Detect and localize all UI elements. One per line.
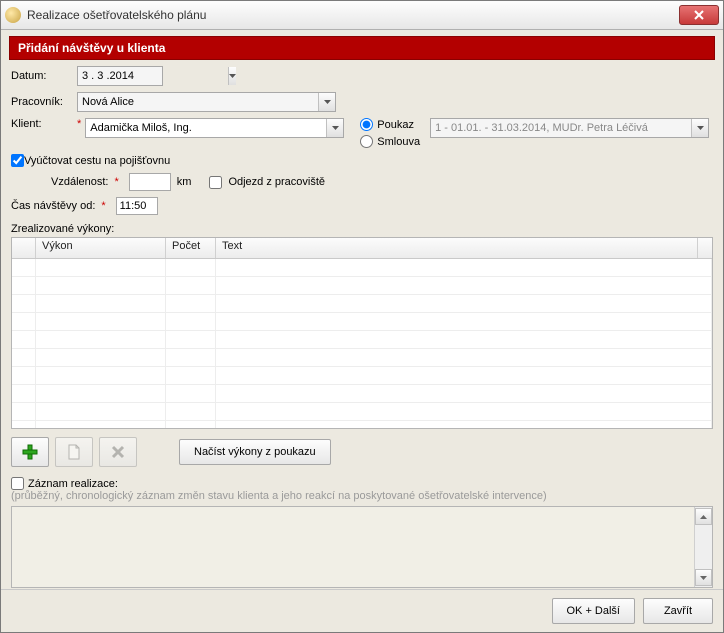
add-row-button[interactable] [11,437,49,467]
radio-voucher[interactable]: Poukaz [360,118,420,131]
table-row[interactable] [12,403,712,421]
chevron-down-icon [228,67,236,85]
window: Realizace ošetřovatelského plánu Přidání… [0,0,724,633]
depart-workplace-checkbox[interactable] [209,176,222,189]
notes-block: Záznam realizace: (průběžný, chronologic… [11,477,713,588]
table-row[interactable] [12,295,712,313]
footer: OK + Další Zavřít [1,589,723,632]
col-vykon[interactable]: Výkon [36,238,166,258]
app-icon [5,7,21,23]
table-row[interactable] [12,421,712,429]
table-row[interactable] [12,385,712,403]
col-blank[interactable] [12,238,36,258]
period-select[interactable] [430,118,709,138]
col-end [698,238,712,258]
date-input[interactable] [78,67,228,85]
chevron-down-icon [326,119,343,137]
performed-section-label: Zrealizované výkony: [11,223,713,235]
notes-head: Záznam realizace: [11,477,713,490]
table-row[interactable] [12,259,712,277]
depart-workplace-label: Odjezd z pracoviště [228,176,325,188]
client-select[interactable] [85,118,344,138]
window-title: Realizace ošetřovatelského plánu [27,8,679,22]
date-picker[interactable] [77,66,163,86]
scrollbar[interactable] [694,507,712,587]
record-textarea[interactable] [11,506,713,588]
radio-voucher-input[interactable] [360,118,373,131]
record-hint: (průběžný, chronologický záznam změn sta… [11,490,713,502]
table-row[interactable] [12,277,712,295]
worker-select[interactable] [77,92,336,112]
edit-row-button[interactable] [55,437,93,467]
table-body [12,259,712,429]
chevron-up-icon [700,515,707,519]
row-date: Datum: [11,66,713,86]
table-row[interactable] [12,313,712,331]
panel-header: Přidání návštěvy u klienta [9,36,715,60]
label-client: Klient: [11,118,77,130]
row-visit-time: Čas návštěvy od: * [11,197,713,215]
row-bill-insurance: Vyúčtovat cestu na pojišťovnu [11,154,713,167]
client-input[interactable] [86,119,326,137]
scroll-down-button[interactable] [695,569,712,586]
form: Datum: Pracovník: Klient: * [9,60,715,590]
ok-next-button[interactable]: OK + Další [552,598,636,624]
required-marker: * [114,176,118,188]
radio-contract[interactable]: Smlouva [360,135,420,148]
scroll-up-button[interactable] [695,508,712,525]
titlebar: Realizace ošetřovatelského plánu [1,1,723,30]
label-km: km [177,176,192,188]
performed-table: Výkon Počet Text [11,237,713,429]
worker-input[interactable] [78,93,318,111]
delete-row-button[interactable] [99,437,137,467]
load-from-voucher-button[interactable]: Načíst výkony z poukazu [179,439,331,465]
label-worker: Pracovník: [11,96,77,108]
record-checkbox[interactable] [11,477,24,490]
billing-mode-group: Poukaz Smlouva [360,118,420,148]
content: Přidání návštěvy u klienta Datum: Pracov… [1,30,723,589]
distance-input[interactable] [129,173,171,191]
col-text[interactable]: Text [216,238,698,258]
radio-contract-label: Smlouva [377,136,420,148]
chevron-down-icon [318,93,335,111]
col-pocet[interactable]: Počet [166,238,216,258]
document-icon [67,444,81,460]
close-window-button[interactable] [679,5,719,25]
visit-time-input[interactable] [116,197,158,215]
table-row[interactable] [12,367,712,385]
chevron-down-icon [691,119,708,137]
required-marker: * [101,200,105,212]
row-distance: Vzdálenost: * km Odjezd z pracoviště [51,173,713,191]
close-icon [694,10,704,20]
close-button[interactable]: Zavřít [643,598,713,624]
period-input[interactable] [431,119,691,137]
bill-insurance-checkbox[interactable] [11,154,24,167]
label-date: Datum: [11,70,77,82]
radio-contract-input[interactable] [360,135,373,148]
delete-x-icon [111,445,125,459]
table-toolbar: Načíst výkony z poukazu [11,437,713,467]
chevron-down-icon [700,576,707,580]
radio-voucher-label: Poukaz [377,119,414,131]
table-header: Výkon Počet Text [12,238,712,259]
table-row[interactable] [12,331,712,349]
record-heading: Záznam realizace: [28,478,118,490]
row-worker: Pracovník: [11,92,713,112]
plus-icon [22,444,38,460]
table-row[interactable] [12,349,712,367]
row-client: Klient: * Poukaz Smlouva [11,118,713,148]
bill-insurance-label: Vyúčtovat cestu na pojišťovnu [24,155,170,167]
label-visit-time: Čas návštěvy od: [11,200,95,212]
label-distance: Vzdálenost: [51,176,108,188]
required-marker: * [77,118,81,130]
